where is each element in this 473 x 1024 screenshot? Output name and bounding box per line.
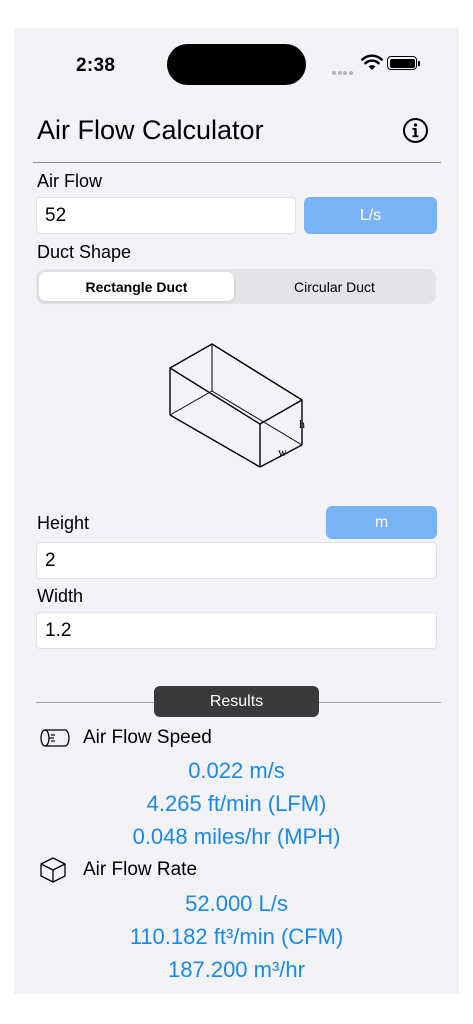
width-input[interactable]: 1.2 xyxy=(36,612,437,649)
height-input[interactable]: 2 xyxy=(36,542,437,579)
height-label: Height xyxy=(37,513,90,533)
rectangle-duct-diagram: h w xyxy=(169,343,305,468)
header-divider xyxy=(33,162,441,163)
rate-value-m3hr: 187.200 m³/hr xyxy=(168,957,305,982)
airflow-speed-header: Air Flow Speed xyxy=(39,725,212,751)
diagram-width-label: w xyxy=(278,445,287,459)
airflow-label: Air Flow xyxy=(37,171,103,191)
cellular-signal-icon xyxy=(332,62,354,80)
status-time: 2:38 xyxy=(76,55,116,76)
tab-circular-duct[interactable]: Circular Duct xyxy=(236,272,433,301)
airflow-rate-header: Air Flow Rate xyxy=(39,857,197,883)
status-icons xyxy=(332,54,422,75)
airflow-input[interactable]: 52 xyxy=(36,197,296,234)
app-screen: 2:38 Air Flow Calculator Air Flow 52 L/s… xyxy=(14,28,459,994)
duct-shape-selector: Rectangle Duct Circular Duct xyxy=(36,269,436,304)
results-badge: Results xyxy=(154,686,319,717)
speed-value-mph: 0.048 miles/hr (MPH) xyxy=(132,824,341,849)
page-title: Air Flow Calculator xyxy=(37,115,264,145)
rate-value-ls: 52.000 L/s xyxy=(185,891,288,916)
info-icon[interactable] xyxy=(402,117,429,144)
battery-icon xyxy=(387,56,420,70)
duct-cylinder-icon xyxy=(40,729,70,747)
tab-rectangle-duct[interactable]: Rectangle Duct xyxy=(39,272,234,301)
duct-shape-label: Duct Shape xyxy=(37,242,132,262)
width-label: Width xyxy=(37,586,84,606)
airflow-speed-title: Air Flow Speed xyxy=(83,727,212,748)
airflow-rate-title: Air Flow Rate xyxy=(83,859,198,880)
rate-value-cfm: 110.182 ft³/min (CFM) xyxy=(129,924,344,949)
speed-value-ms: 0.022 m/s xyxy=(188,758,285,783)
dynamic-island xyxy=(167,44,306,85)
diagram-height-label: h xyxy=(299,417,305,431)
dimension-unit-button[interactable]: m xyxy=(326,506,437,539)
airflow-unit-button[interactable]: L/s xyxy=(304,197,437,234)
cube-icon xyxy=(40,857,66,883)
wifi-icon xyxy=(361,54,383,70)
speed-value-lfm: 4.265 ft/min (LFM) xyxy=(146,791,327,816)
